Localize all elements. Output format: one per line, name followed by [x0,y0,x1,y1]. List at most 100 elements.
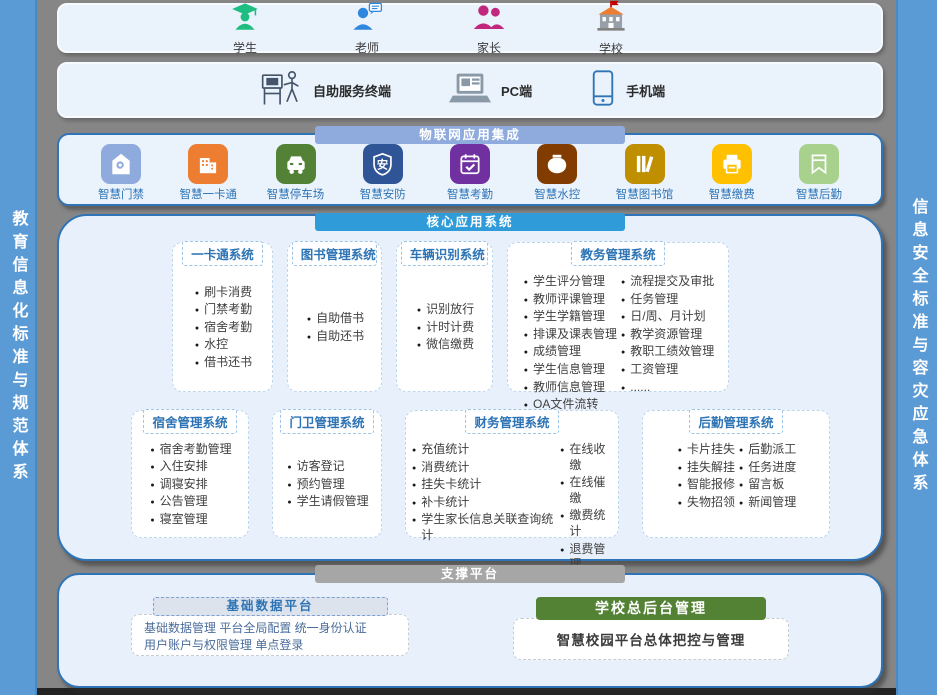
system-item: ●充值统计 [412,442,556,458]
terminal-item: PC端 [449,70,532,111]
iot-item-label: 智慧后勤 [796,186,842,202]
system-items: ●宿舍考勤管理●入住安排●调寝安排●公告管理●寝室管理 [132,434,248,537]
core-systems-row-2: 宿舍管理系统●宿舍考勤管理●入住安排●调寝安排●公告管理●寝室管理门卫管理系统●… [131,410,881,538]
bullet-icon: ● [417,341,421,353]
system-item-label: 调寝安排 [160,477,208,493]
bullet-icon: ● [621,348,625,360]
terminal-item: 手机端 [590,69,665,112]
water-icon [537,144,577,184]
user-label: 学生 [233,39,257,56]
system-item-label: 任务管理 [630,292,678,308]
bullet-icon: ● [287,481,291,493]
system-title: 后勤管理系统 [689,409,782,434]
system-item: ●工资管理 [621,362,714,378]
system-item-label: 学生信息管理 [533,362,605,378]
system-item: ● 任务进度 [739,460,796,476]
system-item-label: 挂失卡统计 [421,477,481,493]
system-item: ●缴费统计 [560,508,614,539]
terminal-label: 自助服务终端 [313,81,391,100]
system-item-column: ●卡片挂失●挂失解挂●智能报修●失物招领 [678,442,735,510]
library-icon [625,144,665,184]
system-item: ●后勤派工 [739,442,796,458]
system-item-label: 识别放行 [426,302,474,318]
system-item: ●在线催缴 [560,475,614,506]
system-item: ● 成绩管理 [524,344,617,360]
bullet-icon: ● [678,499,682,511]
bullet-icon: ● [307,315,311,327]
system-title: 图书管理系统 [292,241,378,266]
system-item: ●学生信息管理 [524,362,617,378]
system-item-label: 计时计费 [426,320,474,336]
system-box: 一卡通系统●刷卡消费●门禁考勤●宿舍考勤●水控●借书还书 [172,242,273,392]
bullet-icon: ● [524,278,528,290]
bullet-icon: ● [524,348,528,360]
system-item-column: ●识别放行●计时计费●微信缴费 [417,302,474,353]
system-item: ●排课及课表管理 [524,327,617,343]
bullet-icon: ● [739,464,743,476]
system-item-label: 教师信息管理 [533,380,605,396]
bullet-icon: ● [412,516,416,543]
system-item-label: 留言板 [748,477,784,493]
system-item: ●日/周、月计划 [621,309,714,325]
bullet-icon: ● [621,331,625,343]
base-platform-line: 基础数据管理 平台全局配置 统一身份认证 [144,620,396,637]
iot-item-label: 智慧门禁 [98,186,144,202]
system-item-label: 任务进度 [748,460,796,476]
system-item-label: 教师评课管理 [533,292,605,308]
system-item-label: 自助还书 [316,329,364,345]
system-item: ●水控 [195,337,252,353]
system-item: ●新闻管理 [739,495,796,511]
smart-campus-diagram: 学生老师家长学校 自助服务终端 PC端 手机端 物联网应用集成 智慧门禁智慧一卡通智… [57,0,883,695]
system-item-label: 公告管理 [160,494,208,510]
teacher-icon [350,1,384,38]
users-row-panel: 学生老师家长学校 [57,3,883,53]
system-item: ●宿舍考勤 [195,320,252,336]
bullet-icon: ● [195,359,199,371]
system-item: ●自助借书 [307,311,364,327]
system-item: ●访客登记 [287,459,368,475]
bullet-icon: ● [150,498,154,510]
system-items: ●识别放行●计时计费●微信缴费 [397,266,492,391]
core-title-bar: 核心应用系统 [315,213,625,231]
system-item: ●门禁考勤 [195,302,252,318]
system-item: ●教师信息管理 [524,380,617,396]
bullet-icon: ● [150,516,154,528]
parents-icon [471,1,507,38]
system-item-label: 借书还书 [204,355,252,371]
system-item: ●入住安排 [150,459,231,475]
bullet-icon: ● [150,446,154,458]
one-card-icon [188,144,228,184]
system-item: ●学生请假管理 [287,494,368,510]
system-box: 后勤管理系统 ●卡片挂失●挂失解挂●智能报修●失物招领●后勤派工 ● 任务进度 ● 留言板… [642,410,830,538]
bullet-icon: ● [678,481,682,493]
system-box: 宿舍管理系统●宿舍考勤管理●入住安排●调寝安排●公告管理●寝室管理 [131,410,249,538]
logistics-icon [799,144,839,184]
system-item: ● 教学资源管理 [621,327,714,343]
system-item: ● 自助还书 [307,329,364,345]
bullet-icon: ● [150,481,154,493]
system-item-label: 教学资源管理 [630,327,702,343]
user-item-学校: 学校 [575,0,647,57]
system-item-label: 门禁考勤 [204,302,252,318]
bullet-icon: ● [150,463,154,475]
bullet-icon: ● [417,324,421,336]
left-standards-sidebar: 教育信息化标准与规范体系 [0,0,37,695]
payment-icon [712,144,752,184]
terminal-item: 自助服务终端 [259,68,391,113]
system-item-label: 成绩管理 [533,344,581,360]
system-item: ●学生学籍管理 [524,309,617,325]
user-item-家长: 家长 [453,1,525,56]
bullet-icon: ● [307,333,311,345]
system-item: ● 调寝安排 [150,477,231,493]
support-title-bar: 支撑平台 [315,565,625,583]
bullet-icon: ● [287,498,291,510]
bullet-icon: ● [621,366,625,378]
system-item-label: 消费统计 [421,460,469,476]
system-title: 门卫管理系统 [280,409,373,434]
svg-text:安: 安 [377,157,388,171]
iot-panel: 物联网应用集成 智慧门禁智慧一卡通智慧停车场安智慧安防智慧考勤智慧水控智慧图书馆… [57,133,883,206]
system-item-label: 在线收缴 [569,442,614,473]
base-platform-box: 基础数据管理 平台全局配置 统一身份认证 用户账户与权限管理 单点登录 [131,614,409,656]
iot-item-label: 智慧图书馆 [616,186,674,202]
system-title: 一卡通系统 [182,241,263,266]
